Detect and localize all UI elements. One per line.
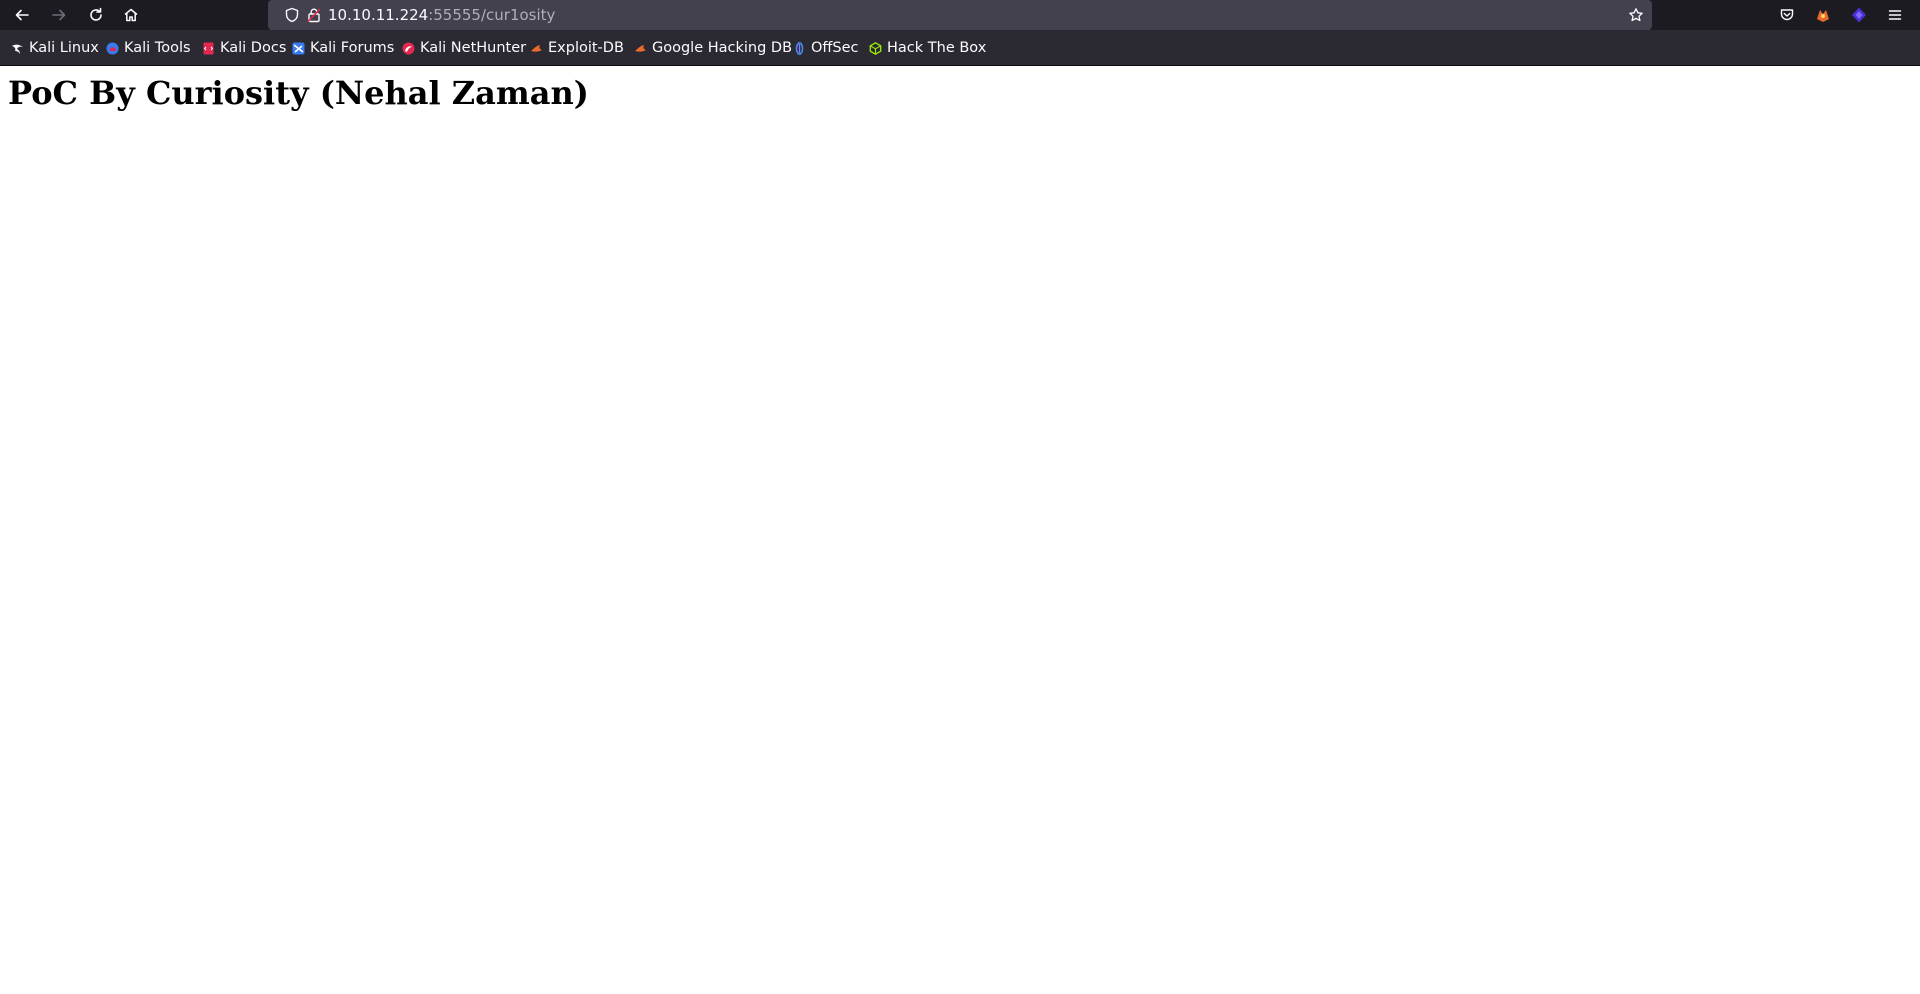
page-heading: PoC By Curiosity (Nehal Zaman) [8, 74, 589, 112]
url-host: 10.10.11.224 [328, 6, 429, 24]
insecure-lock-icon[interactable] [304, 5, 324, 25]
bookmark-exploit-db[interactable]: Exploit-DB [530, 38, 624, 58]
bookmark-hack-the-box[interactable]: Hack The Box [869, 38, 986, 58]
shield-icon[interactable] [282, 5, 302, 25]
kali-docs-icon [202, 42, 215, 55]
bookmark-label: Kali Forums [310, 40, 395, 56]
url-path: :55555/cur1osity [428, 6, 556, 24]
kali-dragon-icon [11, 42, 24, 55]
url-text[interactable]: 10.10.11.224:55555/cur1osity [328, 6, 555, 24]
bookmark-kali-docs[interactable]: Kali Docs [202, 38, 286, 58]
kali-tools-icon [106, 42, 119, 55]
bookmarks-toolbar: Kali Linux Kali Tools Kali Docs Kali For… [0, 30, 1920, 66]
bookmark-label: OffSec [811, 40, 859, 56]
pocket-icon[interactable] [1775, 3, 1799, 27]
menu-icon[interactable] [1883, 3, 1907, 27]
bookmark-label: Kali Docs [220, 40, 287, 56]
bookmark-label: Google Hacking DB [652, 40, 793, 56]
bookmark-label: Kali Linux [29, 40, 99, 56]
home-icon[interactable] [119, 3, 143, 27]
bookmark-label: Hack The Box [887, 40, 987, 56]
bookmark-kali-linux[interactable]: Kali Linux [11, 38, 99, 58]
htb-icon [869, 41, 882, 55]
bookmark-label: Exploit-DB [548, 40, 624, 56]
bookmark-kali-tools[interactable]: Kali Tools [106, 38, 191, 58]
bookmark-label: Kali Tools [124, 40, 191, 56]
bookmark-offsec[interactable]: OffSec [793, 38, 859, 58]
bookmark-kali-forums[interactable]: Kali Forums [292, 38, 394, 58]
ghdb-icon [634, 42, 647, 55]
bookmark-google-hacking-db[interactable]: Google Hacking DB [634, 38, 792, 58]
offsec-icon [793, 41, 806, 55]
bookmark-kali-nethunter[interactable]: Kali NetHunter [402, 38, 526, 58]
kali-forums-icon [292, 42, 305, 55]
forward-icon[interactable] [47, 3, 71, 27]
exploit-db-icon [530, 42, 543, 55]
url-bar[interactable]: 10.10.11.224:55555/cur1osity [268, 0, 1652, 30]
bookmark-star-icon[interactable] [1626, 5, 1646, 25]
browser-toolbar: 10.10.11.224:55555/cur1osity [0, 0, 1920, 30]
back-icon[interactable] [10, 3, 34, 27]
reload-icon[interactable] [84, 3, 108, 27]
foxyproxy-icon[interactable] [1811, 3, 1835, 27]
extension-icon[interactable] [1847, 3, 1871, 27]
kali-nethunter-icon [402, 42, 415, 55]
bookmark-label: Kali NetHunter [420, 40, 527, 56]
